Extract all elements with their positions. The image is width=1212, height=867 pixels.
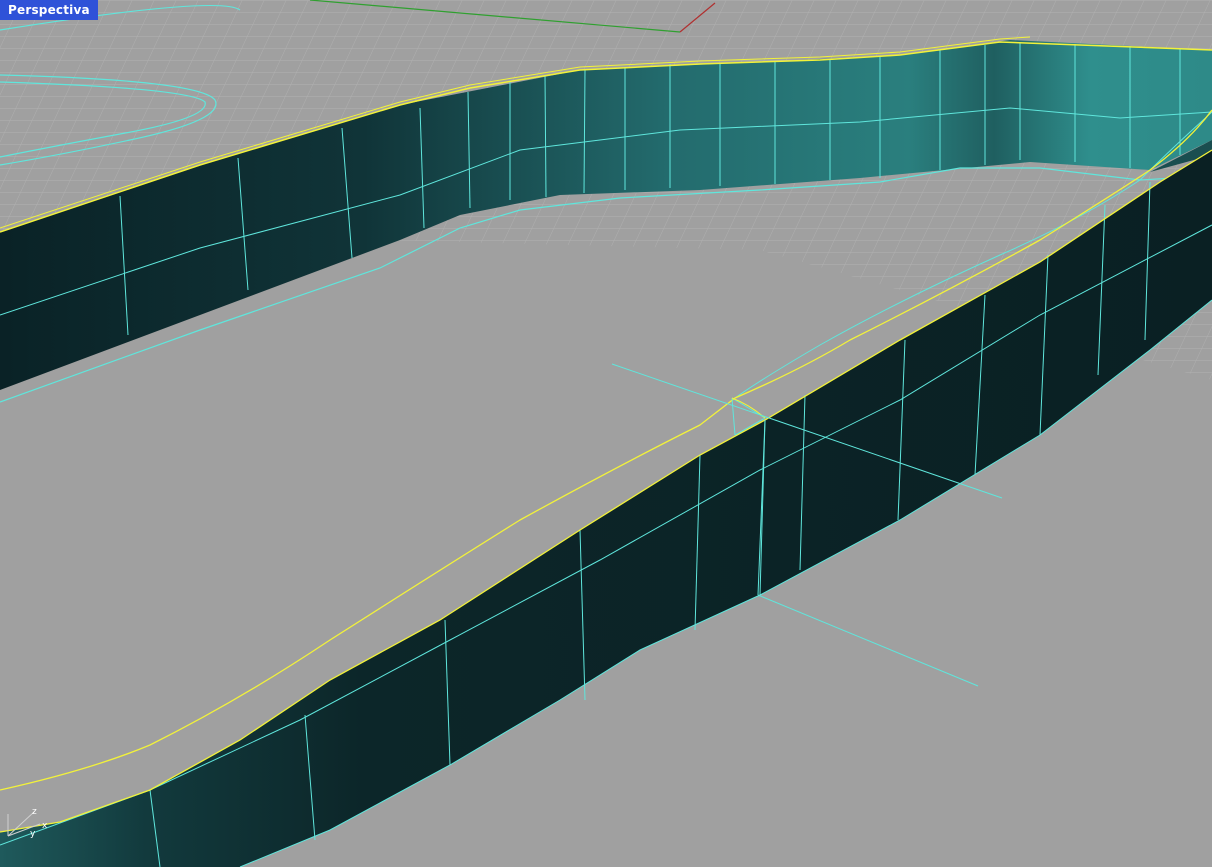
viewport-scene[interactable]: x y z xyxy=(0,0,1212,867)
perspective-viewport[interactable]: x y z Perspectiva xyxy=(0,0,1212,867)
viewport-title-tab[interactable]: Perspectiva xyxy=(0,0,98,20)
gizmo-y-label: y xyxy=(30,829,36,839)
gizmo-z-label: z xyxy=(32,807,37,817)
gizmo-x-label: x xyxy=(42,821,48,831)
